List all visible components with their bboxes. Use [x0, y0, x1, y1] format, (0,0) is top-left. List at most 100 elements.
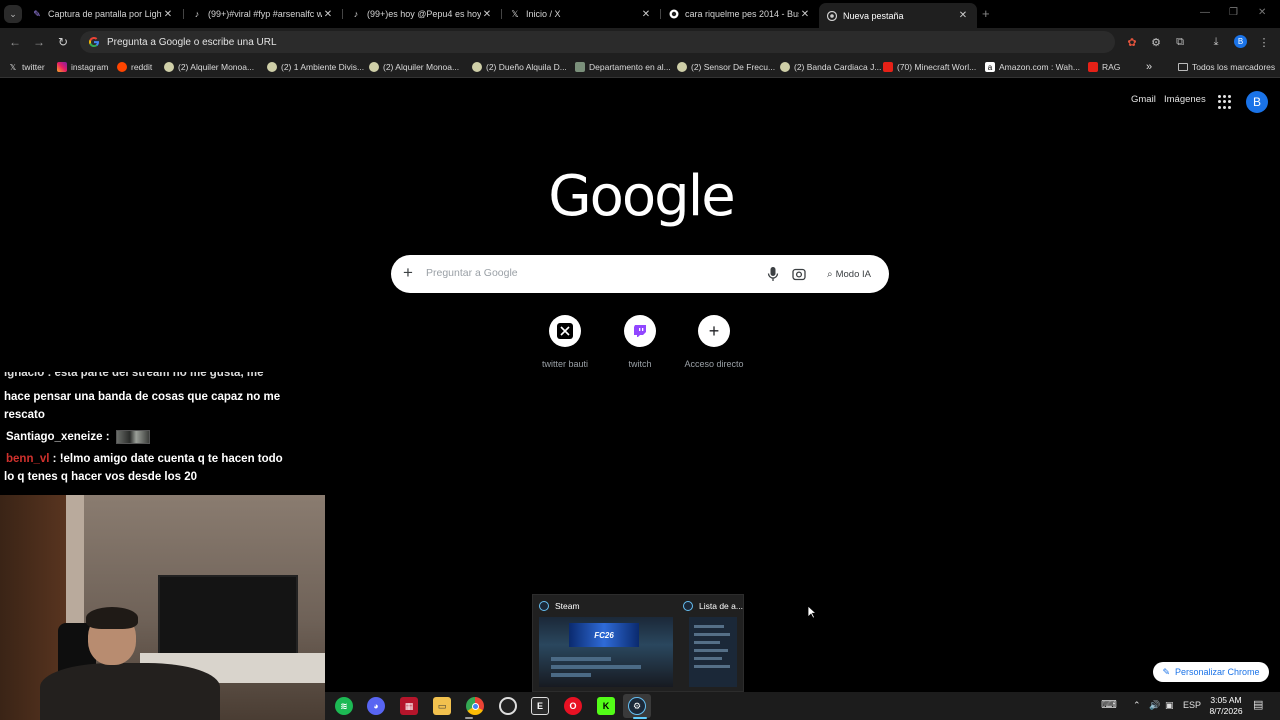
close-icon[interactable]: ✕ [799, 9, 811, 20]
bookmark-item[interactable]: (70) Minecraft Worl... [883, 60, 976, 74]
tab-lightshot[interactable]: ✎ Captura de pantalla por Lightshot ✕ [24, 3, 182, 25]
gmail-link[interactable]: Gmail [1131, 94, 1156, 105]
bookmark-item[interactable]: 𝕏 twitter [8, 60, 45, 74]
all-bookmarks-button[interactable]: Todos los marcadores [1178, 60, 1275, 74]
microphone-icon[interactable] [767, 266, 779, 282]
account-avatar[interactable]: B [1246, 91, 1268, 113]
customize-chrome-button[interactable]: ✎ Personalizar Chrome [1153, 662, 1269, 682]
youtube-icon [1088, 62, 1098, 72]
bookmark-item[interactable]: (2) Banda Cardiaca J... [780, 60, 881, 74]
extension-icon[interactable]: ✿ [1124, 34, 1140, 50]
file-explorer-icon[interactable]: ▭ [433, 697, 451, 715]
kick-icon[interactable]: K [597, 697, 615, 715]
profile-avatar[interactable]: B [1234, 35, 1247, 48]
preview-row [694, 641, 720, 644]
preview-thumbnail-steam[interactable]: FC26 [539, 617, 673, 687]
back-button[interactable]: ← [7, 34, 23, 50]
bookmark-label: (2) Alquiler Monoa... [178, 62, 255, 72]
steam-icon[interactable]: ⚙ [628, 697, 646, 715]
shortcut-twitch[interactable]: twitch [600, 315, 680, 369]
volume-icon[interactable]: 🔊 [1149, 700, 1160, 711]
bookmark-label: (70) Minecraft Worl... [897, 62, 977, 72]
address-bar[interactable]: Pregunta a Google o escribe una URL [80, 31, 1115, 53]
preview-row [694, 657, 722, 660]
notification-icon[interactable]: ▤ [1253, 698, 1263, 711]
shortcut-twitter-bauti[interactable]: twitter bauti [525, 315, 605, 369]
bookmarks-bar: 𝕏 twitter instagram reddit (2) Alquiler … [0, 56, 1280, 78]
taskbar-window-preview: Steam Lista de a... FC26 [532, 594, 744, 692]
bookmark-label: (2) Alquiler Monoa... [383, 62, 460, 72]
download-icon[interactable]: ⤓ [1208, 34, 1224, 50]
opera-icon[interactable]: O [564, 697, 582, 715]
bookmark-item[interactable]: (2) Dueño Alquila D... [472, 60, 567, 74]
minimize-icon[interactable]: — [1200, 7, 1210, 18]
ntp-search-box[interactable]: + Preguntar a Google ⌕ Modo IA [391, 255, 889, 293]
chat-message-line: lo q tenes q hacer vos desde los 20 [4, 471, 198, 483]
shortcut-add[interactable]: + Acceso directo [674, 315, 754, 369]
system-clock[interactable]: 3:05 AM 8/7/2026 [1205, 695, 1247, 717]
show-hidden-icons-chevron-icon[interactable]: ⌃ [1133, 700, 1141, 711]
webcam-person-body [40, 663, 220, 720]
discord-icon[interactable]: ◕ [367, 697, 385, 715]
bookmark-item[interactable]: (2) Sensor De Frecu... [677, 60, 775, 74]
chat-separator: : [102, 431, 110, 443]
google-logo: Google [548, 164, 735, 229]
chat-message-line: rescato [4, 409, 45, 421]
chat-message: benn_vl : !elmo amigo date cuenta q te h… [6, 450, 283, 468]
tab-x-inicio[interactable]: 𝕏 Inicio / X ✕ [502, 3, 660, 25]
chrome-icon[interactable] [466, 697, 484, 715]
ai-mode-label: Modo IA [835, 268, 871, 280]
chrome-icon [827, 10, 837, 21]
window-close-icon[interactable]: ✕ [1258, 7, 1266, 18]
bookmark-item[interactable]: (2) 1 Ambiente Divis... [267, 60, 364, 74]
new-tab-button[interactable]: + [982, 6, 990, 21]
bookmark-item[interactable]: reddit [117, 60, 152, 74]
close-icon[interactable]: ✕ [481, 9, 493, 20]
tab-new-tab[interactable]: Nueva pestaña ✕ [819, 3, 977, 28]
mouse-cursor-icon [807, 605, 816, 619]
extension-gear-icon[interactable]: ⚙ [1148, 34, 1164, 50]
kebab-menu-icon[interactable]: ⋮ [1256, 34, 1272, 50]
forward-button[interactable]: → [31, 34, 47, 50]
keyboard-icon[interactable]: ⌨ [1101, 698, 1117, 711]
epic-icon[interactable]: E [531, 697, 549, 715]
lens-camera-icon[interactable] [792, 267, 806, 281]
network-icon[interactable]: ▣ [1165, 700, 1174, 711]
ai-mode-button[interactable]: ⌕ Modo IA [819, 263, 879, 285]
clock-date: 8/7/2026 [1209, 706, 1243, 716]
bookmark-item[interactable]: instagram [57, 60, 108, 74]
bookmark-item[interactable]: a Amazon.com : Wah... [985, 60, 1080, 74]
bookmark-item[interactable]: RAG [1088, 60, 1120, 74]
close-icon[interactable]: ✕ [957, 10, 969, 21]
twitch-icon [624, 315, 656, 347]
bookmark-item[interactable]: (2) Alquiler Monoa... [369, 60, 459, 74]
close-icon[interactable]: ✕ [640, 9, 652, 20]
browser-toolbar: ← → ↻ Pregunta a Google o escribe una UR… [0, 28, 1280, 56]
bookmark-label: (2) Banda Cardiaca J... [794, 62, 882, 72]
spotify-icon[interactable]: ≋ [335, 697, 353, 715]
preview-title-list[interactable]: Lista de a... [683, 601, 743, 611]
tab-google-search[interactable]: cara riquelme pes 2014 - Busca ✕ [661, 3, 819, 25]
steam-helper-icon[interactable] [499, 697, 517, 715]
google-apps-icon[interactable] [1218, 95, 1232, 109]
restore-icon[interactable]: ❐ [1229, 7, 1238, 18]
preview-title-steam[interactable]: Steam [539, 601, 580, 611]
search-input[interactable]: Preguntar a Google [426, 267, 518, 279]
tab-tiktok-2[interactable]: ♪ (99+)es hoy @Pepu4 es hoy #b ✕ [343, 3, 501, 25]
bookmarks-overflow-button[interactable]: » [1146, 60, 1152, 74]
language-indicator[interactable]: ESP [1183, 700, 1201, 710]
puzzle-icon[interactable]: ⧉ [1172, 34, 1188, 50]
close-icon[interactable]: ✕ [322, 9, 334, 20]
steam-icon [539, 601, 549, 611]
bookmark-item[interactable]: (2) Alquiler Monoa... [164, 60, 254, 74]
close-icon[interactable]: ✕ [162, 9, 174, 20]
bookmark-item[interactable]: Departamento en al... [575, 60, 671, 74]
game-icon[interactable]: ▦ [400, 697, 418, 715]
images-link[interactable]: Imágenes [1164, 94, 1206, 105]
reload-button[interactable]: ↻ [55, 34, 71, 50]
preview-label: Lista de a... [699, 601, 743, 611]
tab-search-button[interactable]: ⌄ [4, 5, 22, 23]
preview-thumbnail-list[interactable] [689, 617, 737, 687]
plus-icon[interactable]: + [403, 263, 413, 283]
tab-tiktok-1[interactable]: ♪ (99+)#viral #fyp #arsenalfc wha ✕ [184, 3, 342, 25]
